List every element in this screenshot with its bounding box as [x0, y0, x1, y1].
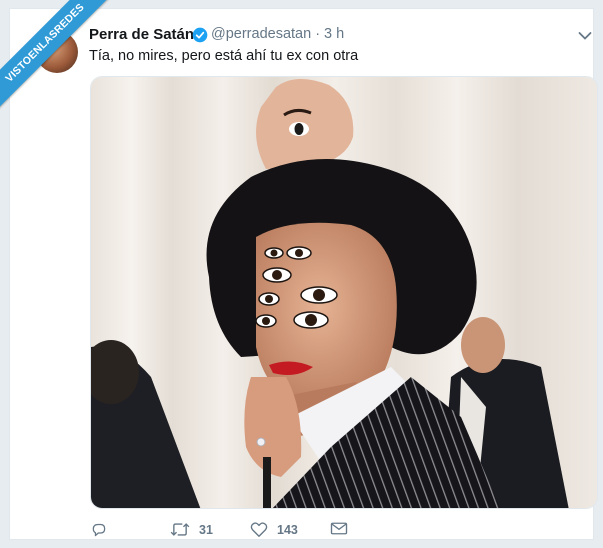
- verified-badge-icon: [192, 27, 208, 43]
- retweet-icon: [170, 523, 190, 536]
- tweet-photo[interactable]: [90, 76, 598, 509]
- tweet-actions: 31 143: [90, 521, 390, 541]
- handle[interactable]: @perradesatan: [211, 26, 311, 42]
- photo-image: [91, 77, 597, 508]
- handle-and-time: @perradesatan · 3 h: [211, 26, 344, 42]
- envelope-icon: [330, 522, 348, 535]
- chevron-down-icon[interactable]: [578, 31, 592, 41]
- retweet-button[interactable]: 31: [170, 521, 213, 538]
- watermark: VISTOENLASREDES: [0, 0, 110, 110]
- tweet-text: Tía, no mires, pero está ahí tu ex con o…: [89, 48, 359, 64]
- reply-button[interactable]: [90, 521, 108, 538]
- timestamp[interactable]: · 3 h: [315, 26, 344, 42]
- retweet-count: 31: [199, 522, 213, 537]
- message-button[interactable]: [330, 521, 348, 536]
- heart-icon: [250, 522, 268, 537]
- reply-icon: [92, 523, 106, 537]
- like-count: 143: [277, 522, 298, 537]
- like-button[interactable]: 143: [250, 521, 298, 538]
- watermark-text: VISTOENLASREDES: [0, 0, 110, 110]
